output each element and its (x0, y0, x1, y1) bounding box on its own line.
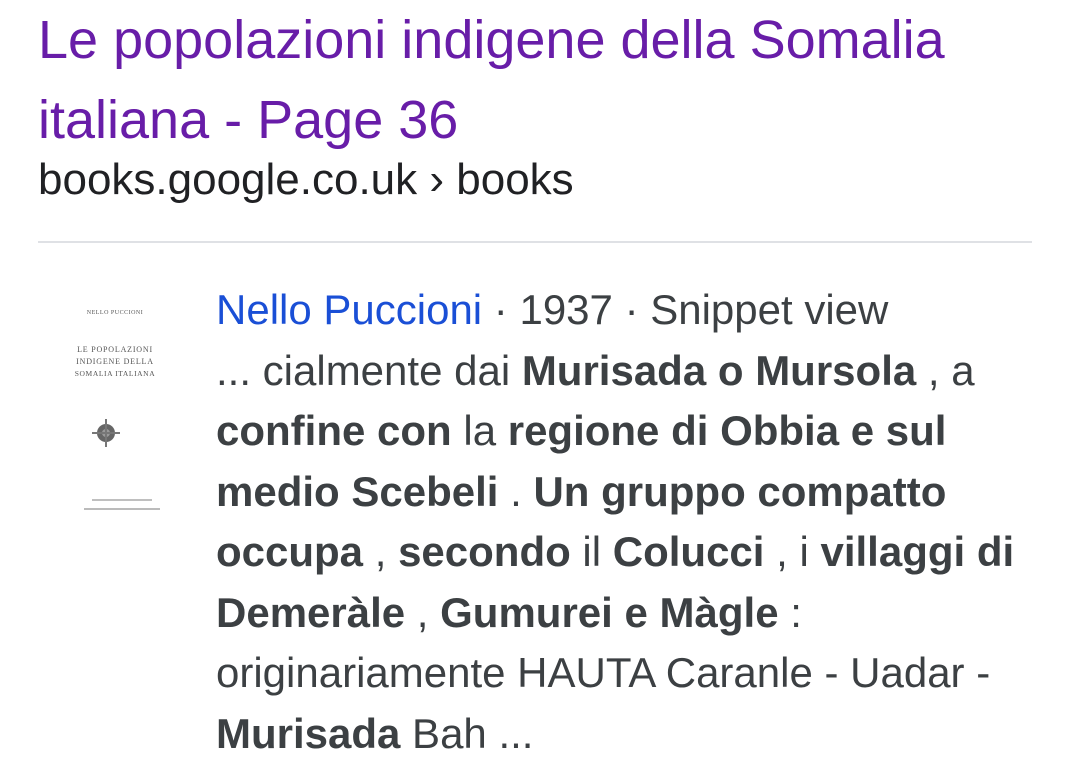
book-meta: · 1937 · Snippet view (482, 286, 889, 333)
result-title-link[interactable]: Le popolazioni indigene della Somalia it… (38, 0, 1038, 160)
thumbnail-title-line-1: LE POPOLAZIONI (77, 345, 153, 354)
thumbnail-emblem-icon (92, 419, 120, 447)
thumbnail-publisher-line (84, 508, 160, 510)
thumbnail-title-line-3: SOMALIA ITALIANA (75, 369, 155, 378)
divider (38, 241, 1032, 243)
thumbnail-header: NELLO PUCCIONI (87, 310, 144, 316)
snippet-text: ... cialmente dai Murisada o Mursola , a… (216, 346, 1015, 757)
thumbnail-title-line-2: INDIGENE DELLA (76, 357, 154, 366)
result-snippet: Nello Puccioni · 1937 · Snippet view ...… (216, 280, 1056, 764)
book-thumbnail[interactable]: NELLO PUCCIONI LE POPOLAZIONI INDIGENE D… (36, 288, 194, 528)
result-url-breadcrumb: books.google.co.uk › books (38, 155, 574, 204)
author-link[interactable]: Nello Puccioni (216, 286, 482, 333)
